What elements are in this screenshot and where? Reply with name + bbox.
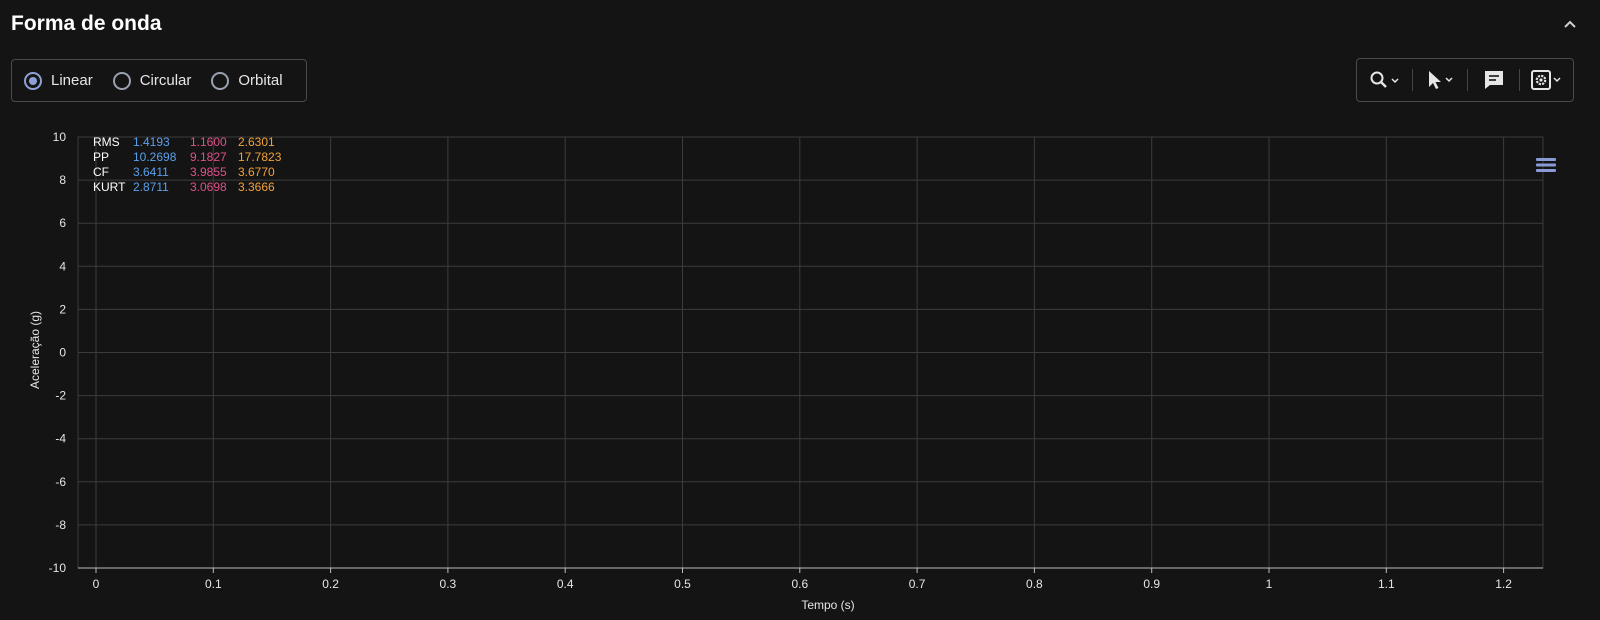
y-tick-label: 0: [59, 346, 66, 360]
stat-value-series-2: 3.9855: [190, 165, 227, 179]
y-tick-label: 2: [59, 302, 66, 316]
stat-name: PP: [93, 150, 110, 164]
stats-row-pp: PP 10.2698 9.1827 17.7823: [93, 150, 298, 165]
x-tick-label: 0.3: [440, 577, 457, 591]
stat-value-series-2: 1.1600: [190, 135, 227, 149]
stat-value-series-3: 17.7823: [238, 150, 282, 164]
x-tick-label: 0.1: [205, 577, 222, 591]
x-tick-label: 0.2: [322, 577, 339, 591]
stat-name: CF: [93, 165, 109, 179]
y-tick-label: -8: [55, 518, 66, 532]
stat-value-series-1: 1.4193: [133, 135, 170, 149]
x-tick-label: 0.9: [1143, 577, 1160, 591]
stats-row-rms: RMS 1.4193 1.1600 2.6301: [93, 135, 298, 150]
chart-grid: [77, 136, 1544, 569]
x-tick-label: 0.5: [674, 577, 691, 591]
x-tick-label: 0.6: [791, 577, 808, 591]
stat-value-series-1: 3.6411: [133, 165, 169, 179]
x-axis-label: Tempo (s): [801, 598, 854, 612]
y-tick-label: 10: [53, 130, 67, 144]
y-tick-label: -2: [55, 389, 66, 403]
menu-icon[interactable]: [1536, 157, 1556, 173]
stats-row-kurt: KURT 2.8711 3.0698 3.3666: [93, 180, 298, 195]
stats-overlay: RMS 1.4193 1.1600 2.6301 PP 10.2698 9.18…: [93, 135, 298, 195]
stat-value-series-2: 9.1827: [190, 150, 227, 164]
stat-value-series-3: 3.3666: [238, 180, 275, 194]
stat-value-series-1: 2.8711: [133, 180, 169, 194]
y-tick-label: -10: [49, 561, 67, 575]
x-tick-label: 0.7: [909, 577, 926, 591]
y-tick-label: -4: [55, 432, 66, 446]
x-tick-label: 0.4: [557, 577, 574, 591]
stat-name: RMS: [93, 135, 120, 149]
x-tick-label: 1: [1266, 577, 1273, 591]
waveform-chart: -10 -8 -6 -4 -2 0 2 4 6 8 10 0 0.1 0.2 0.3 0.4 0.5 0.6 0.7…: [0, 0, 1544, 612]
stat-value-series-1: 10.2698: [133, 150, 177, 164]
stat-value-series-2: 3.0698: [190, 180, 227, 194]
y-tick-label: 8: [59, 173, 66, 187]
stats-row-cf: CF 3.6411 3.9855 3.6770: [93, 165, 298, 180]
x-tick-label: 1.1: [1378, 577, 1395, 591]
y-tick-label: 4: [59, 259, 66, 273]
x-tick-label: 1.2: [1495, 577, 1512, 591]
stat-value-series-3: 3.6770: [238, 165, 275, 179]
stat-name: KURT: [93, 180, 126, 194]
y-tick-label: 6: [59, 216, 66, 230]
stat-value-series-3: 2.6301: [238, 135, 275, 149]
y-tick-label: -6: [55, 475, 66, 489]
x-tick-label: 0: [93, 577, 100, 591]
y-axis-label: Aceleração (g): [28, 311, 42, 389]
x-tick-label: 0.8: [1026, 577, 1043, 591]
chart-axes: -10 -8 -6 -4 -2 0 2 4 6 8 10 0 0.1 0.2 0.3 0.4 0.5 0.6 0.7…: [49, 130, 1543, 591]
